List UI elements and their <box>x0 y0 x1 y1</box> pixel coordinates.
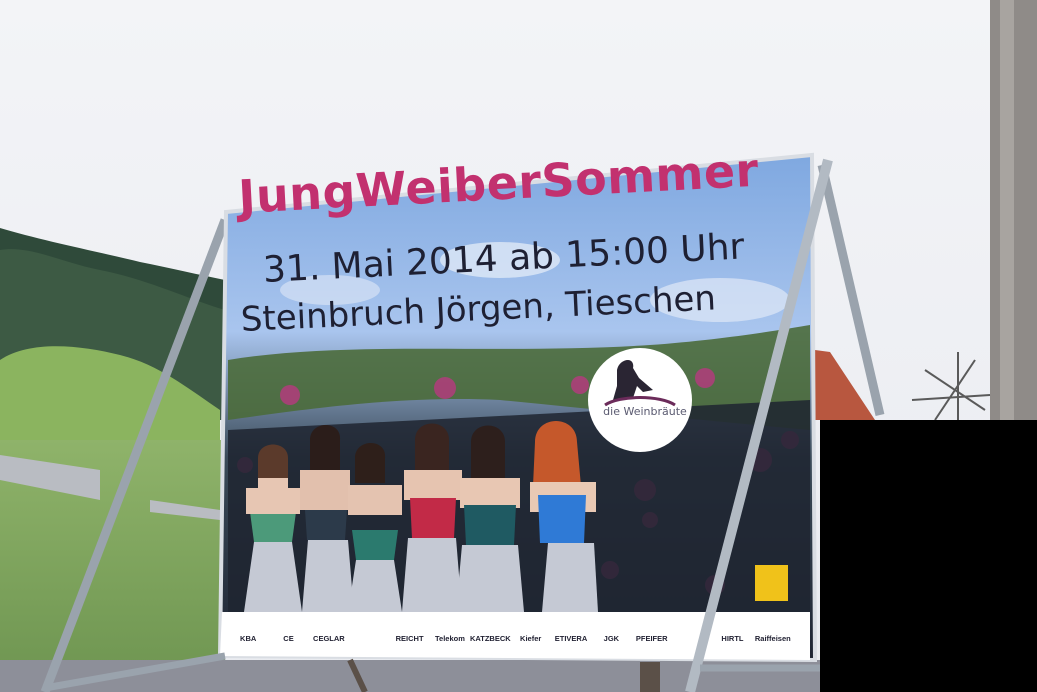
logo-circle <box>588 348 692 452</box>
sponsor-badge <box>755 565 788 601</box>
sponsor-logo: KBA <box>240 633 257 643</box>
sponsor-logo: JGK <box>603 633 620 643</box>
sponsor-logo: REICHT <box>395 633 424 643</box>
sponsor-logo: ETIVERA <box>554 633 588 643</box>
sponsor-logo: Raiffeisen <box>754 633 791 643</box>
sponsor-logo <box>674 628 710 648</box>
sponsor-logo: HIRTL <box>721 633 744 643</box>
sponsor-logo: Telekom <box>435 633 465 643</box>
sponsor-logo: CEGLAR <box>313 633 345 643</box>
sponsor-logo: CE <box>283 633 294 643</box>
sponsor-logo <box>351 628 387 648</box>
occlusion-box <box>820 420 1037 692</box>
logo-caption: die Weinbräute <box>603 405 687 418</box>
sponsor-logo: Kiefer <box>520 633 542 643</box>
sponsor-logo: PFEIFER <box>635 633 668 643</box>
sponsor-logo: KATZBECK <box>469 633 511 643</box>
